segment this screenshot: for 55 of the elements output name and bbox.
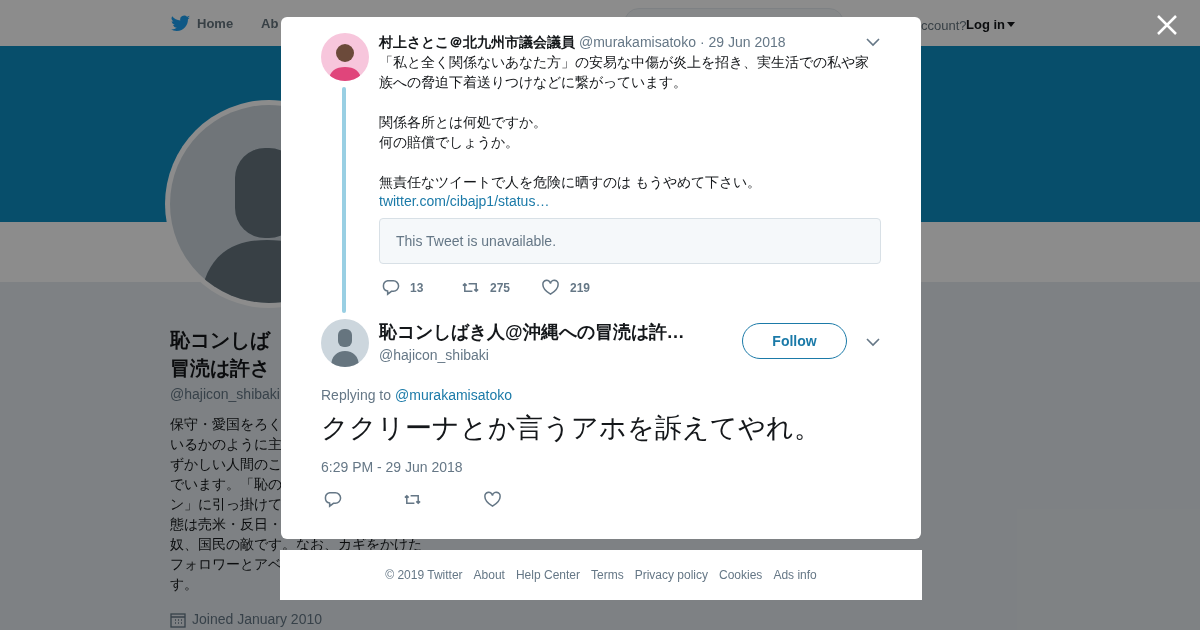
nav-link[interactable]: Ab bbox=[261, 14, 279, 34]
close-icon bbox=[1156, 14, 1178, 36]
caret-icon bbox=[1007, 22, 1015, 28]
tweet-date: · 29 Jun 2018 bbox=[699, 33, 786, 52]
user-handle: @murakamisatoko bbox=[579, 33, 696, 52]
login-link[interactable]: Log in bbox=[966, 15, 1015, 35]
heart-icon bbox=[541, 278, 560, 297]
mention-link[interactable]: @murakamisatoko bbox=[395, 385, 512, 406]
user-name: 村上さとこ＠北九州市議会議員 bbox=[379, 33, 575, 52]
footer-link[interactable]: Help Center bbox=[515, 566, 580, 584]
tweet-timestamp: 6:29 PM - 29 Jun 2018 bbox=[321, 458, 463, 477]
bio-text: いるかのように主 bbox=[170, 435, 282, 454]
tweet-link[interactable]: twitter.com/cibajp1/status… bbox=[379, 191, 550, 211]
tweet-text: ククリーナとか言うアホを訴えてやれ。 bbox=[321, 412, 821, 445]
footer-link[interactable]: Cookies bbox=[719, 566, 763, 584]
profile-handle: @hajicon_shibaki bbox=[170, 385, 280, 404]
more-options-button[interactable] bbox=[865, 335, 881, 349]
footer-link[interactable]: Ads info bbox=[773, 566, 817, 584]
bio-text: でいます。「恥の bbox=[170, 475, 282, 494]
more-options-button[interactable] bbox=[865, 35, 881, 49]
tweet-text: 関係各所とは何処ですか。 bbox=[379, 113, 548, 132]
chevron-down-icon bbox=[865, 35, 881, 49]
person-icon bbox=[331, 329, 359, 367]
footer-link[interactable]: About bbox=[473, 566, 505, 584]
reply-button[interactable]: 13 bbox=[381, 278, 461, 297]
speech-bubble-icon bbox=[323, 490, 342, 509]
tweet-text: 何の賠償でしょうか。 bbox=[379, 133, 520, 152]
bio-text: ン」に引っ掛けて bbox=[170, 495, 282, 514]
chevron-down-icon bbox=[865, 335, 881, 349]
profile-name: 冒涜は許さ bbox=[170, 356, 271, 381]
copyright-text: © 2019 Twitter bbox=[385, 567, 463, 584]
speech-bubble-icon bbox=[381, 278, 400, 297]
heart-icon bbox=[483, 490, 502, 509]
replying-label: Replying to bbox=[321, 386, 392, 405]
close-button[interactable] bbox=[1156, 14, 1178, 36]
retweet-button[interactable]: 275 bbox=[461, 278, 541, 297]
like-button[interactable]: 219 bbox=[541, 278, 621, 297]
footer-link[interactable]: Privacy policy bbox=[634, 566, 708, 584]
bio-text: 保守・愛国をろく bbox=[170, 415, 282, 434]
nav-link[interactable]: Home bbox=[170, 14, 234, 34]
footer-link[interactable]: Terms bbox=[591, 566, 624, 584]
calendar-icon bbox=[170, 611, 186, 628]
user-name: 恥コンしばき人@沖縄への冒涜は許… bbox=[379, 321, 685, 344]
joined-date: Joined January 2010 bbox=[192, 610, 322, 629]
bio-text: す。 bbox=[170, 575, 198, 594]
account-prompt: ccount? bbox=[921, 17, 967, 35]
profile-name: 恥コンしば bbox=[170, 328, 272, 353]
bio-text: ずかしい人間のこ bbox=[170, 455, 282, 474]
bird-icon bbox=[170, 14, 191, 33]
tweet-text: 「私と全く関係ないあなた方」の安易な中傷が炎上を招き、実生活での私や家族への脅迫下着送りつけなどに繋がっています。 bbox=[379, 53, 870, 92]
person-icon bbox=[329, 41, 361, 81]
tweet-text: 無責任なツイートで人を危険に晒すのは もうやめて下さい。 bbox=[379, 173, 762, 192]
bio-text: 態は売米・反日・ bbox=[170, 515, 282, 534]
user-handle: @hajicon_shibaki bbox=[379, 346, 489, 365]
unavailable-tweet-card: This Tweet is unavailable. bbox=[379, 218, 881, 264]
